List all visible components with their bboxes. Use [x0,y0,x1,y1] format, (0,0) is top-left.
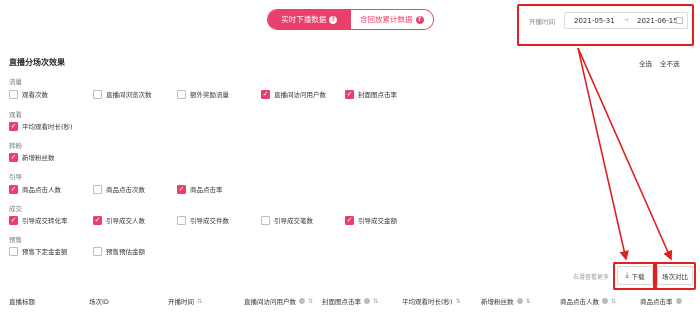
annotation-arrows [577,47,673,261]
arrow-to-compare [577,47,673,261]
arrow-to-download [577,47,629,261]
